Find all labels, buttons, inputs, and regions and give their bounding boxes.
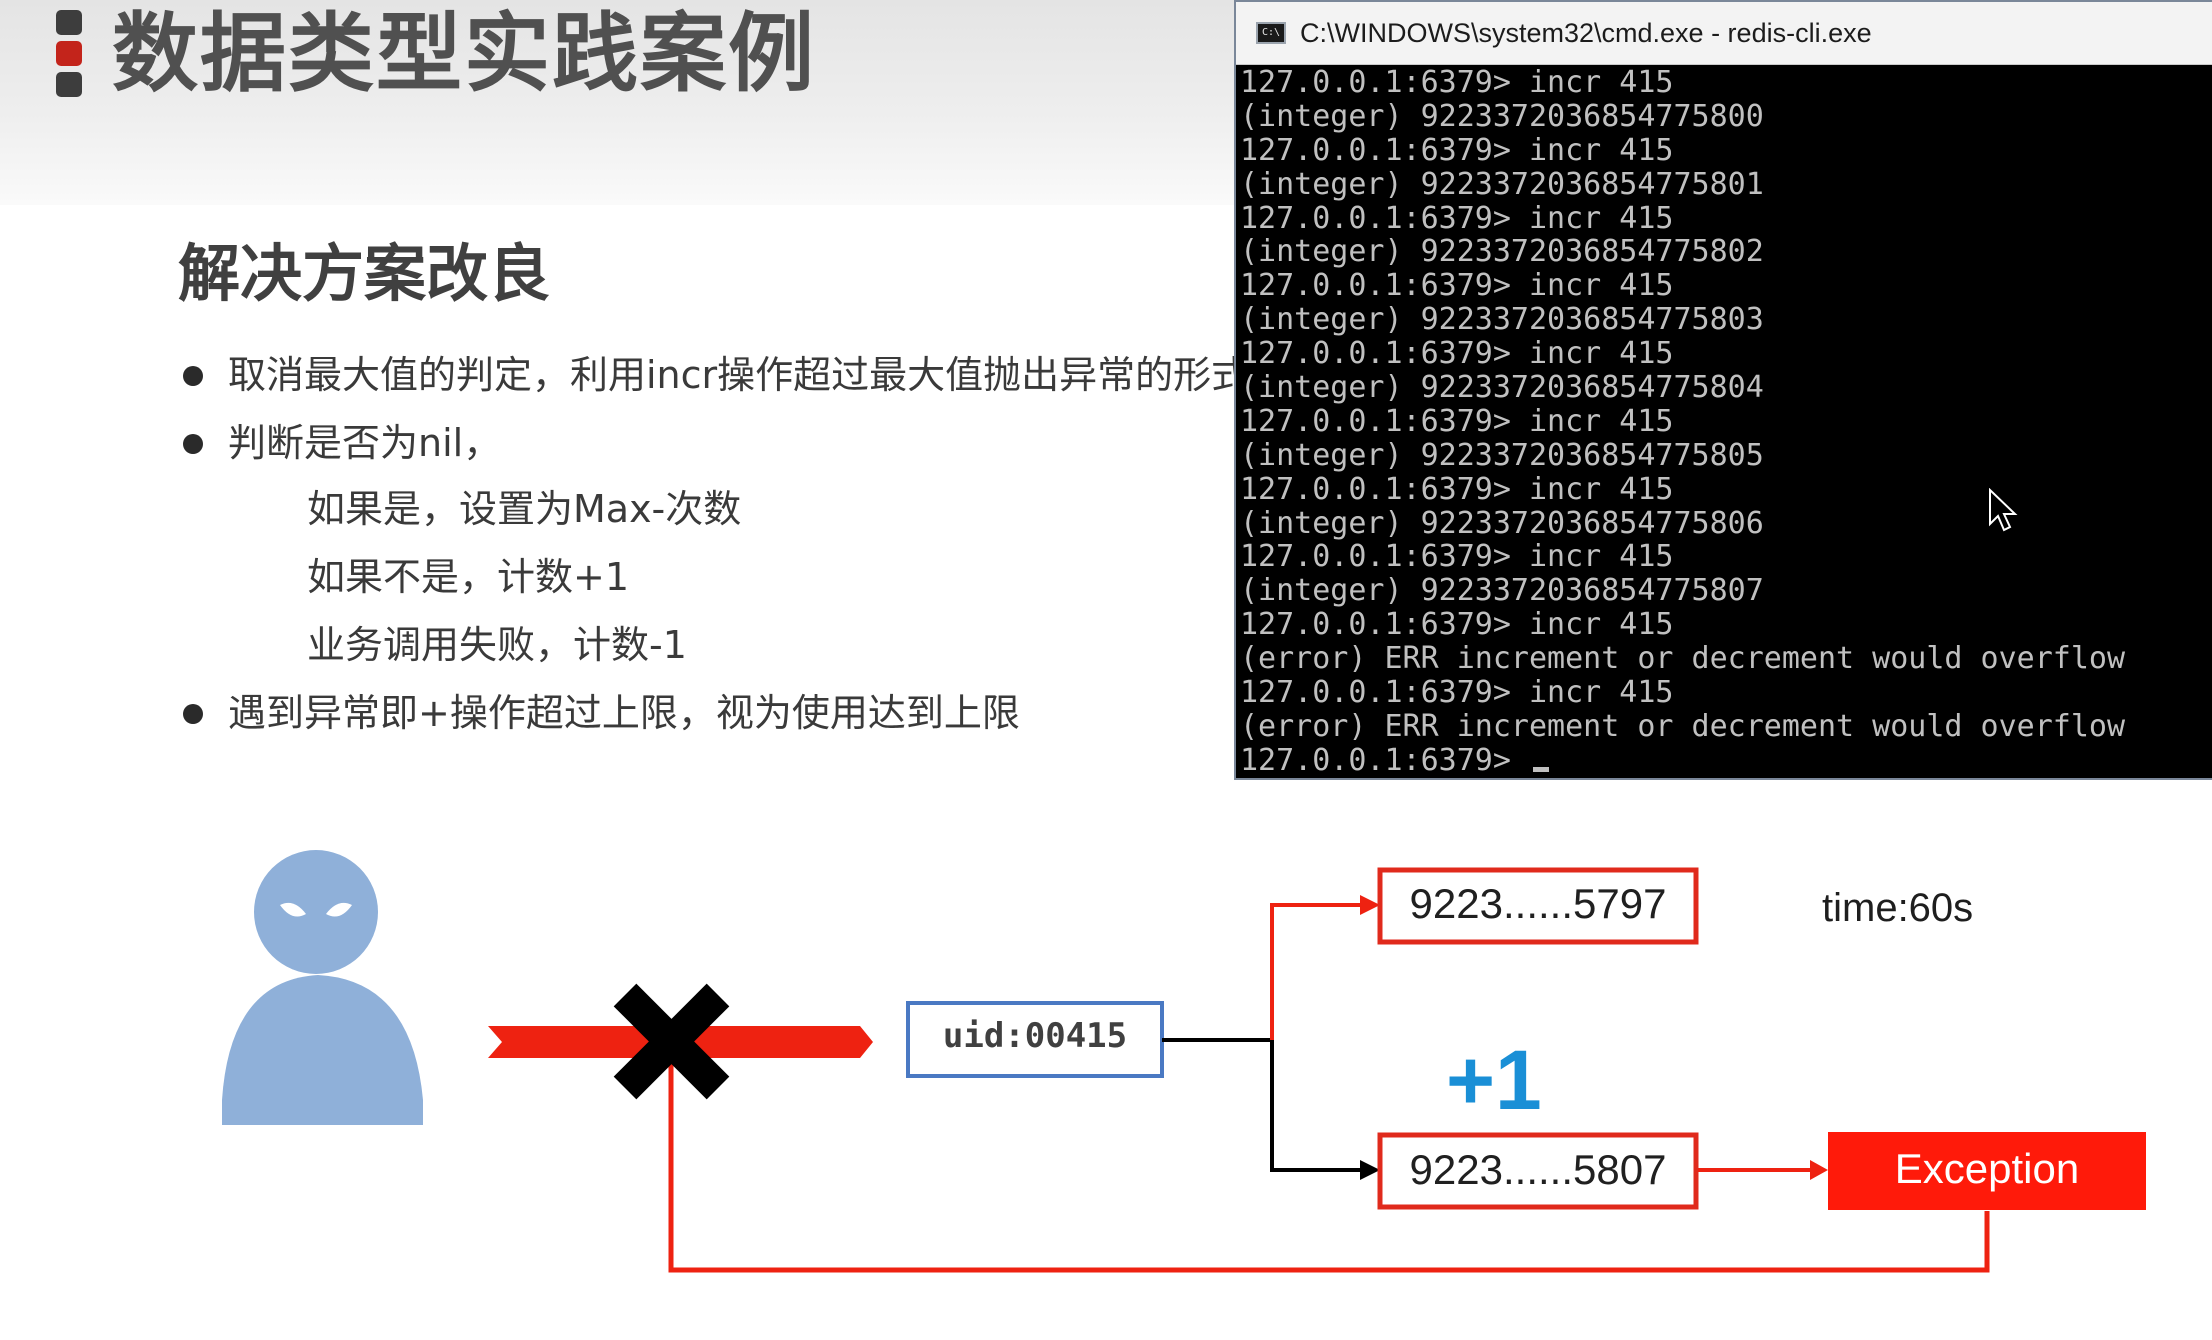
terminal-line: (integer) 9223372036854775803	[1240, 302, 1764, 338]
branch-to-top-line	[1270, 903, 1362, 1040]
terminal-line: 127.0.0.1:6379> incr 415	[1240, 539, 1674, 575]
plus-one-label: +1	[1446, 1033, 1542, 1127]
terminal-line: 127.0.0.1:6379> incr 415	[1240, 607, 1674, 643]
text-cursor	[1532, 766, 1549, 772]
terminal-window[interactable]: C:\ C:\WINDOWS\system32\cmd.exe - redis-…	[1234, 0, 2212, 780]
slide: 数据类型实践案例 解决方案改良 取消最大值的判定，利用incr操作超过最大值抛出…	[0, 0, 2212, 1340]
terminal-line: (integer) 9223372036854775807	[1240, 573, 1764, 609]
terminal-output[interactable]: 127.0.0.1:6379> incr 415 (integer) 922337…	[1236, 66, 2212, 778]
terminal-line: (integer) 9223372036854775805	[1240, 437, 1764, 473]
exception-feedback-line	[668, 1062, 1990, 1273]
terminal-line: 127.0.0.1:6379> incr 415	[1240, 200, 1674, 236]
exception-label: Exception	[1894, 1145, 2080, 1192]
terminal-line: 127.0.0.1:6379> incr 415	[1240, 403, 1674, 439]
user-figure-icon	[222, 850, 423, 1125]
terminal-line: 127.0.0.1:6379> incr 415	[1240, 132, 1674, 168]
terminal-line: (error) ERR increment or decrement would…	[1240, 641, 2126, 677]
terminal-prompt[interactable]: 127.0.0.1:6379>	[1236, 742, 2212, 778]
terminal-line: 127.0.0.1:6379> incr 415	[1240, 471, 1674, 507]
terminal-title: C:\WINDOWS\system32\cmd.exe - redis-cli.…	[1300, 18, 1872, 48]
bottom-value-label: 9223......5807	[1409, 1146, 1667, 1193]
uid-label: uid:00415	[942, 1016, 1128, 1056]
terminal-line: (integer) 9223372036854775804	[1240, 370, 1764, 406]
cmd-icon: C:\	[1256, 22, 1286, 44]
terminal-line: 127.0.0.1:6379> incr 415	[1240, 675, 1674, 711]
terminal-line: (integer) 9223372036854775802	[1240, 234, 1764, 270]
terminal-line: 127.0.0.1:6379> incr 415	[1240, 66, 1674, 100]
arrowhead-exception	[1810, 1160, 1828, 1180]
terminal-line: 127.0.0.1:6379> incr 415	[1240, 336, 1674, 372]
arrowhead-bottom-box	[1360, 1160, 1380, 1180]
terminal-titlebar[interactable]: C:\ C:\WINDOWS\system32\cmd.exe - redis-…	[1236, 2, 2212, 65]
terminal-line: (integer) 9223372036854775806	[1240, 505, 1764, 541]
terminal-prompt-text: 127.0.0.1:6379>	[1240, 742, 1529, 778]
terminal-line: (error) ERR increment or decrement would…	[1240, 708, 2126, 744]
arrowhead-top-box	[1360, 895, 1380, 915]
mouse-pointer-icon	[1989, 488, 2018, 532]
terminal-line: 127.0.0.1:6379> incr 415	[1240, 268, 1674, 304]
top-value-label: 9223......5797	[1409, 880, 1667, 927]
terminal-line: (integer) 9223372036854775801	[1240, 166, 1764, 202]
uid-to-branch-line	[1162, 1038, 1362, 1172]
time-label: time:60s	[1822, 886, 1974, 930]
terminal-line: (integer) 9223372036854775800	[1240, 98, 1764, 134]
